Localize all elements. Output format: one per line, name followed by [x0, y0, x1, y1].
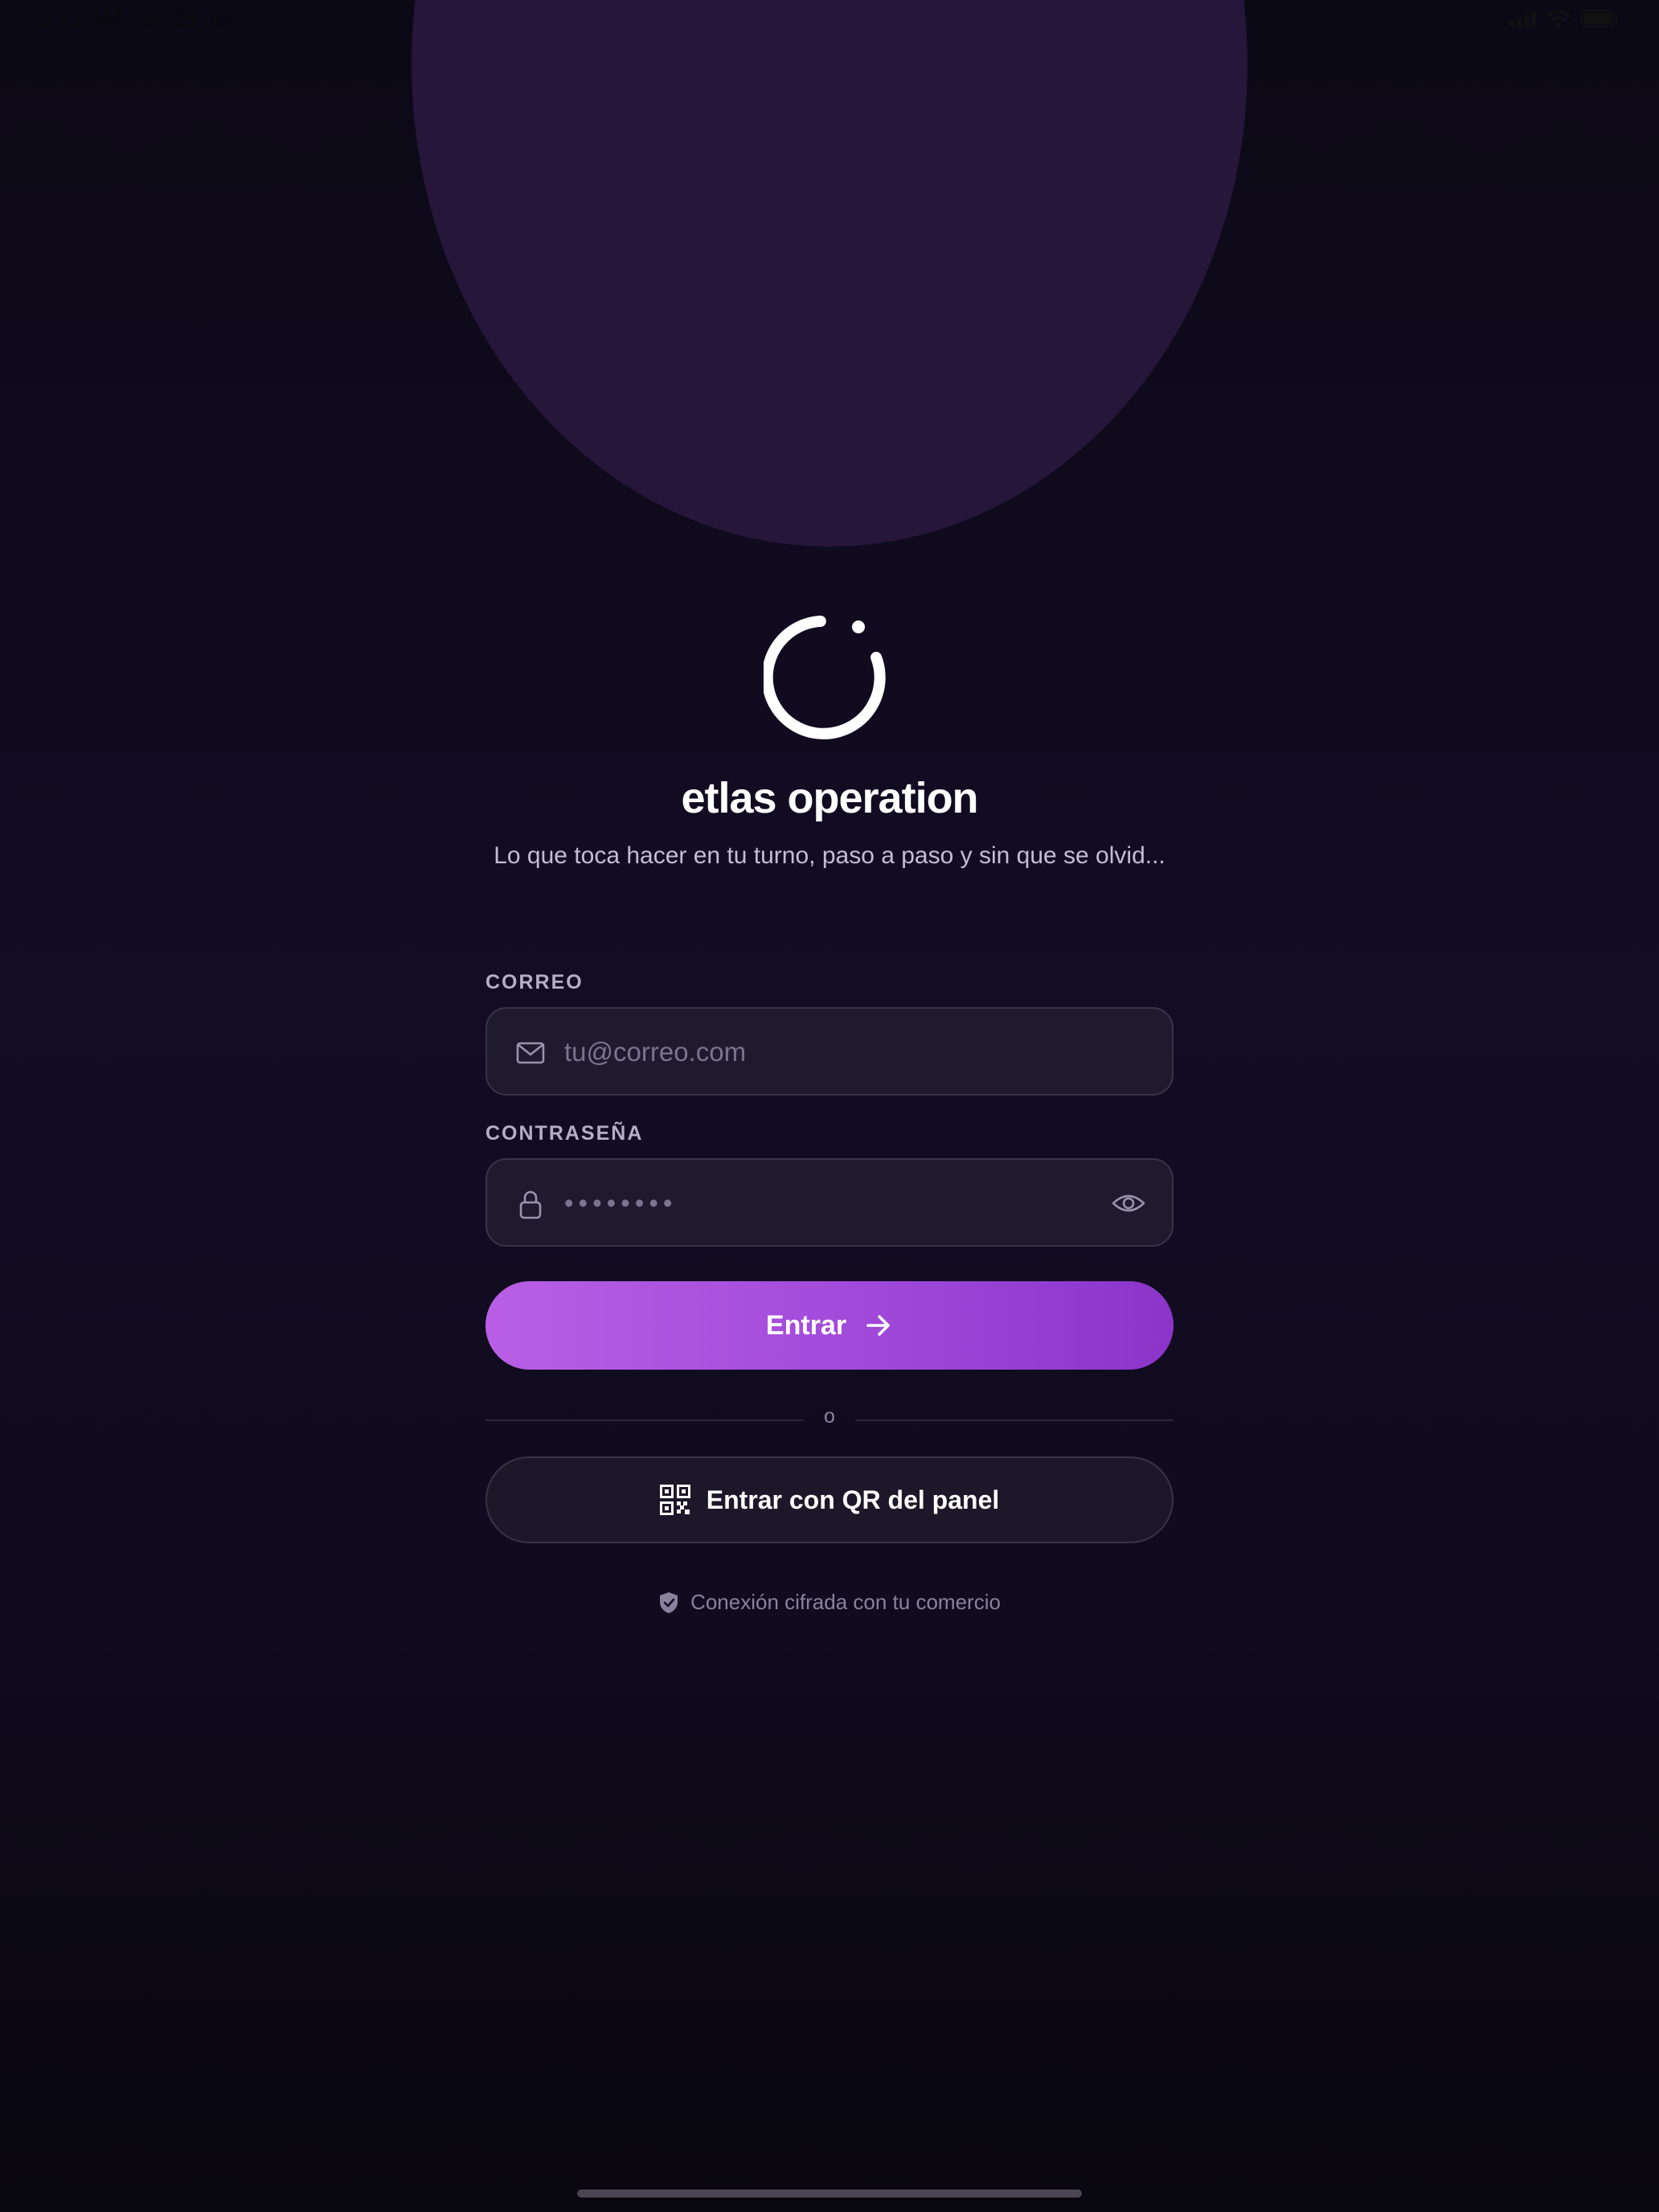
- qr-code-icon: [659, 1485, 690, 1515]
- arrow-right-icon: [866, 1315, 890, 1336]
- password-input[interactable]: [563, 1160, 1112, 1247]
- lock-icon: [519, 1190, 542, 1219]
- battery-icon: [1580, 10, 1618, 27]
- email-label: CORREO: [485, 971, 584, 993]
- secure-connection-note: Conexión cifrada con tu comercio: [0, 1590, 1659, 1615]
- app-subtitle: Lo que toca hacer en tu turno, paso a pa…: [494, 842, 1165, 869]
- app-title: etlas operation: [681, 774, 978, 822]
- app-logo-icon: [764, 615, 886, 739]
- qr-login-label: Entrar con QR del panel: [706, 1485, 1000, 1514]
- password-field[interactable]: [485, 1158, 1174, 1247]
- status-icons: [1509, 10, 1619, 27]
- eye-icon[interactable]: [1111, 1187, 1146, 1219]
- cellular-signal-icon: [1509, 11, 1536, 27]
- separator-text: o: [824, 1405, 835, 1428]
- password-label: CONTRASEÑA: [485, 1122, 644, 1145]
- shield-check-icon: [660, 1591, 678, 1613]
- background-circle: [412, 0, 1247, 547]
- qr-login-button[interactable]: Entrar con QR del panel: [485, 1456, 1174, 1543]
- status-time: 9:41 AM Sun 26 Jul: [40, 6, 233, 31]
- secure-connection-text: Conexión cifrada con tu comercio: [690, 1590, 1001, 1614]
- login-button[interactable]: Entrar: [485, 1281, 1174, 1370]
- email-field[interactable]: [485, 1007, 1174, 1096]
- separator: o: [485, 1405, 1174, 1437]
- wifi-icon: [1546, 10, 1571, 27]
- login-button-label: Entrar: [765, 1309, 847, 1341]
- mail-icon: [516, 1042, 545, 1064]
- status-bar: 9:41 AM Sun 26 Jul: [0, 0, 1659, 39]
- email-input[interactable]: [563, 1009, 1112, 1096]
- home-indicator: [577, 2189, 1082, 2198]
- separator-line-right: [855, 1419, 1174, 1421]
